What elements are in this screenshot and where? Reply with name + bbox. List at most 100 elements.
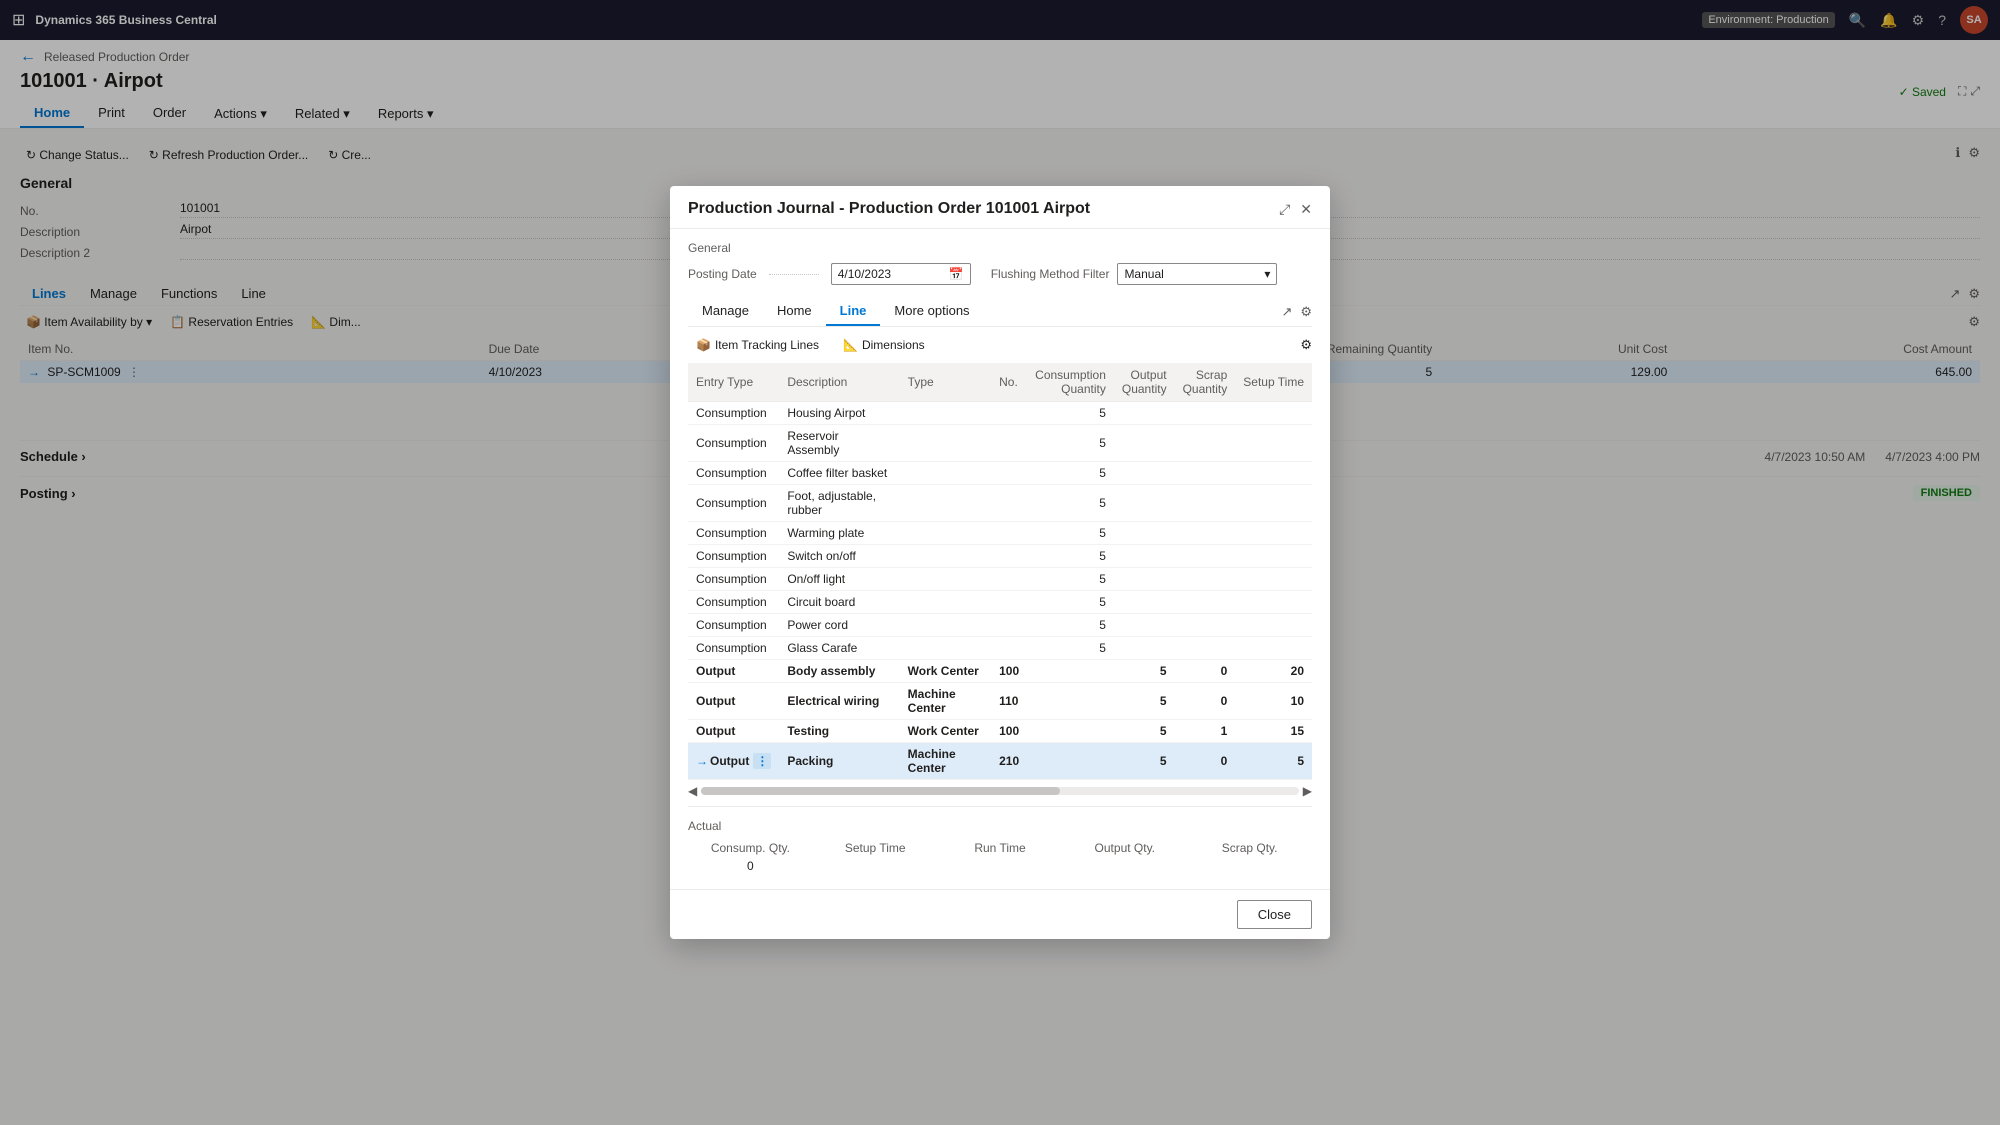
cell-output-qty <box>1114 637 1175 660</box>
table-row[interactable]: Consumption Coffee filter basket 5 <box>688 462 1312 485</box>
cell-consumption-qty: 5 <box>1027 402 1114 425</box>
cell-type <box>900 402 991 425</box>
modal-table-container: Entry Type Description Type No. Consumpt… <box>688 363 1312 780</box>
cell-output-qty: 5 <box>1114 660 1175 683</box>
cell-description: Electrical wiring <box>779 683 899 720</box>
cell-description: Warming plate <box>779 522 899 545</box>
table-row[interactable]: →Output⋮ Packing Machine Center 210 5 0 … <box>688 743 1312 780</box>
scroll-left-icon[interactable]: ◀ <box>688 784 697 798</box>
actual-col-output: Output Qty. <box>1062 841 1187 855</box>
cell-setup-time <box>1235 591 1312 614</box>
cell-type <box>900 522 991 545</box>
modal-general-row: Posting Date 4/10/2023 📅 Flushing Method… <box>688 263 1312 285</box>
flushing-method-select[interactable]: Manual ▾ <box>1117 263 1277 285</box>
modal-tab-share-icon[interactable]: ↗ <box>1281 304 1292 320</box>
cell-entry-type: Consumption <box>688 545 779 568</box>
row-menu-icon[interactable]: ⋮ <box>753 753 771 769</box>
cell-entry-type: Consumption <box>688 485 779 522</box>
table-row[interactable]: Consumption Foot, adjustable, rubber 5 <box>688 485 1312 522</box>
table-row[interactable]: Consumption Power cord 5 <box>688 614 1312 637</box>
cell-entry-type: Consumption <box>688 614 779 637</box>
posting-date-input[interactable]: 4/10/2023 📅 <box>831 263 971 285</box>
modal-tab-line[interactable]: Line <box>826 297 881 326</box>
table-row[interactable]: Consumption On/off light 5 <box>688 568 1312 591</box>
cell-scrap-qty <box>1175 402 1236 425</box>
cell-description: Glass Carafe <box>779 637 899 660</box>
cell-description: Foot, adjustable, rubber <box>779 485 899 522</box>
item-tracking-lines-btn[interactable]: 📦 Item Tracking Lines <box>688 335 827 355</box>
cell-consumption-qty <box>1027 720 1114 743</box>
dimensions-label: Dimensions <box>862 338 925 352</box>
cell-type: Work Center <box>900 720 991 743</box>
cell-entry-type: Output <box>688 683 779 720</box>
col-entry-type: Entry Type <box>688 363 779 402</box>
modal-tab-home[interactable]: Home <box>763 297 826 326</box>
cell-consumption-qty: 5 <box>1027 522 1114 545</box>
table-row[interactable]: Consumption Circuit board 5 <box>688 591 1312 614</box>
cell-consumption-qty <box>1027 660 1114 683</box>
table-row[interactable]: Output Electrical wiring Machine Center … <box>688 683 1312 720</box>
modal-restore-icon[interactable]: ⤢ <box>1279 201 1290 218</box>
flushing-method-label: Flushing Method Filter <box>991 267 1110 281</box>
cell-no <box>991 637 1027 660</box>
actual-section: Actual Consump. Qty. Setup Time Run Time… <box>688 806 1312 873</box>
table-row[interactable]: Output Testing Work Center 100 5 1 15 <box>688 720 1312 743</box>
cell-output-qty <box>1114 402 1175 425</box>
modal-scrollbar[interactable]: ◀ ▶ <box>688 780 1312 802</box>
modal-subtoolbar: 📦 Item Tracking Lines 📐 Dimensions ⚙ <box>688 335 1312 355</box>
cell-type <box>900 637 991 660</box>
modal-general-label: General <box>688 241 1312 255</box>
close-button[interactable]: Close <box>1237 900 1312 929</box>
cell-scrap-qty <box>1175 614 1236 637</box>
table-row[interactable]: Output Body assembly Work Center 100 5 0… <box>688 660 1312 683</box>
modal-tab-manage[interactable]: Manage <box>688 297 763 326</box>
cell-no: 110 <box>991 683 1027 720</box>
cell-consumption-qty: 5 <box>1027 591 1114 614</box>
table-row[interactable]: Consumption Switch on/off 5 <box>688 545 1312 568</box>
cell-scrap-qty <box>1175 637 1236 660</box>
modal-tab-more-options[interactable]: More options <box>880 297 983 326</box>
cell-consumption-qty: 5 <box>1027 462 1114 485</box>
modal-close-icon[interactable]: ✕ <box>1300 201 1312 218</box>
modal-tab-settings-icon[interactable]: ⚙ <box>1300 304 1312 320</box>
cell-no <box>991 462 1027 485</box>
cell-scrap-qty <box>1175 522 1236 545</box>
cell-output-qty: 5 <box>1114 683 1175 720</box>
cell-setup-time <box>1235 637 1312 660</box>
modal-body: General Posting Date 4/10/2023 📅 Flushin… <box>670 229 1330 889</box>
col-type: Type <box>900 363 991 402</box>
modal-table-settings-icon[interactable]: ⚙ <box>1300 337 1312 353</box>
cell-consumption-qty: 5 <box>1027 614 1114 637</box>
table-row[interactable]: Consumption Glass Carafe 5 <box>688 637 1312 660</box>
cell-entry-type: Consumption <box>688 402 779 425</box>
calendar-icon[interactable]: 📅 <box>949 267 964 281</box>
table-row[interactable]: Consumption Warming plate 5 <box>688 522 1312 545</box>
table-row[interactable]: Consumption Housing Airpot 5 <box>688 402 1312 425</box>
cell-type: Machine Center <box>900 683 991 720</box>
scroll-right-icon[interactable]: ▶ <box>1303 784 1312 798</box>
col-no: No. <box>991 363 1027 402</box>
actual-val-setup <box>813 859 938 873</box>
flushing-method-field: Flushing Method Filter Manual ▾ <box>991 263 1278 285</box>
cell-description: Circuit board <box>779 591 899 614</box>
cell-no <box>991 591 1027 614</box>
table-row[interactable]: Consumption Reservoir Assembly 5 <box>688 425 1312 462</box>
cell-entry-type: Consumption <box>688 591 779 614</box>
actual-cols-header: Consump. Qty. Setup Time Run Time Output… <box>688 841 1312 855</box>
cell-setup-time: 10 <box>1235 683 1312 720</box>
item-tracking-icon: 📦 <box>696 338 711 352</box>
actual-val-output <box>1062 859 1187 873</box>
actual-col-run: Run Time <box>938 841 1063 855</box>
modal-footer: Close <box>670 889 1330 939</box>
cell-scrap-qty: 1 <box>1175 720 1236 743</box>
cell-no: 100 <box>991 720 1027 743</box>
scroll-track[interactable] <box>701 787 1299 795</box>
modal-journal-table: Entry Type Description Type No. Consumpt… <box>688 363 1312 780</box>
dimensions-modal-btn[interactable]: 📐 Dimensions <box>835 335 933 355</box>
cell-setup-time: 15 <box>1235 720 1312 743</box>
cell-consumption-qty: 5 <box>1027 637 1114 660</box>
cell-output-qty <box>1114 425 1175 462</box>
cell-description: Packing <box>779 743 899 780</box>
col-scrap-qty: ScrapQuantity <box>1175 363 1236 402</box>
cell-output-qty <box>1114 462 1175 485</box>
